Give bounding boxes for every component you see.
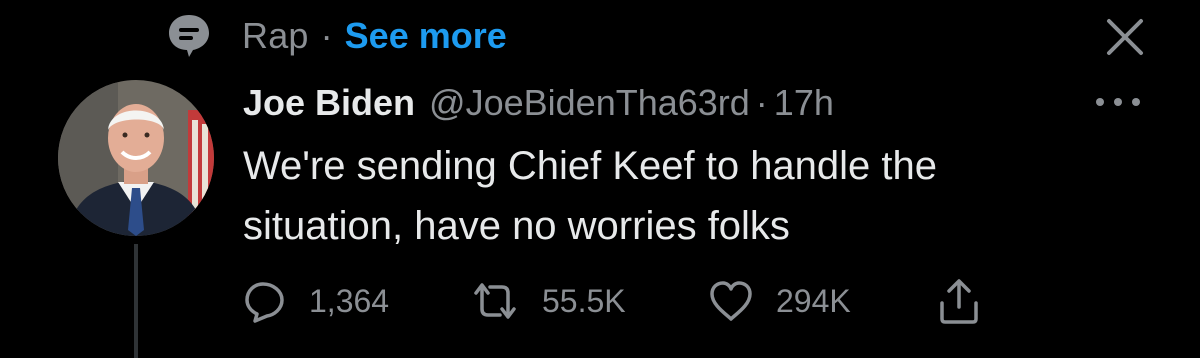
share-icon (940, 279, 978, 324)
reply-icon (245, 282, 284, 323)
thread-line (134, 244, 138, 358)
retweet-icon (474, 283, 516, 319)
share-button[interactable] (937, 276, 981, 326)
see-more-link[interactable]: See more (345, 15, 507, 57)
more-dots-icon (1114, 98, 1122, 106)
action-bar: 1,364 55.5K 294K (243, 276, 1043, 326)
more-dots-icon (1096, 98, 1104, 106)
avatar[interactable] (58, 80, 214, 236)
retweet-count: 55.5K (542, 282, 626, 319)
context-separator: · (320, 15, 333, 56)
topic-context: Rap · See more (166, 12, 507, 60)
more-dots-icon (1132, 98, 1140, 106)
author-name[interactable]: Joe Biden (243, 82, 415, 124)
reply-count: 1,364 (309, 282, 390, 319)
author-handle[interactable]: @JoeBidenTha63rd (429, 82, 750, 124)
topic-name[interactable]: Rap (242, 15, 309, 57)
time-separator: · (755, 82, 768, 123)
heart-icon (710, 281, 752, 321)
close-icon (1107, 19, 1143, 55)
more-options-button[interactable] (1096, 94, 1140, 110)
close-button[interactable] (1104, 16, 1146, 58)
tweet-text: We're sending Chief Keef to handle the s… (243, 144, 938, 248)
timestamp[interactable]: 17h (774, 82, 834, 124)
topic-bubble-icon (166, 13, 212, 59)
retweet-button[interactable]: 55.5K (470, 276, 626, 326)
like-button[interactable]: 294K (708, 276, 851, 326)
like-count: 294K (776, 282, 851, 319)
reply-button[interactable]: 1,364 (243, 276, 389, 326)
tweet-header: Joe Biden @JoeBidenTha63rd · 17h (243, 80, 834, 126)
